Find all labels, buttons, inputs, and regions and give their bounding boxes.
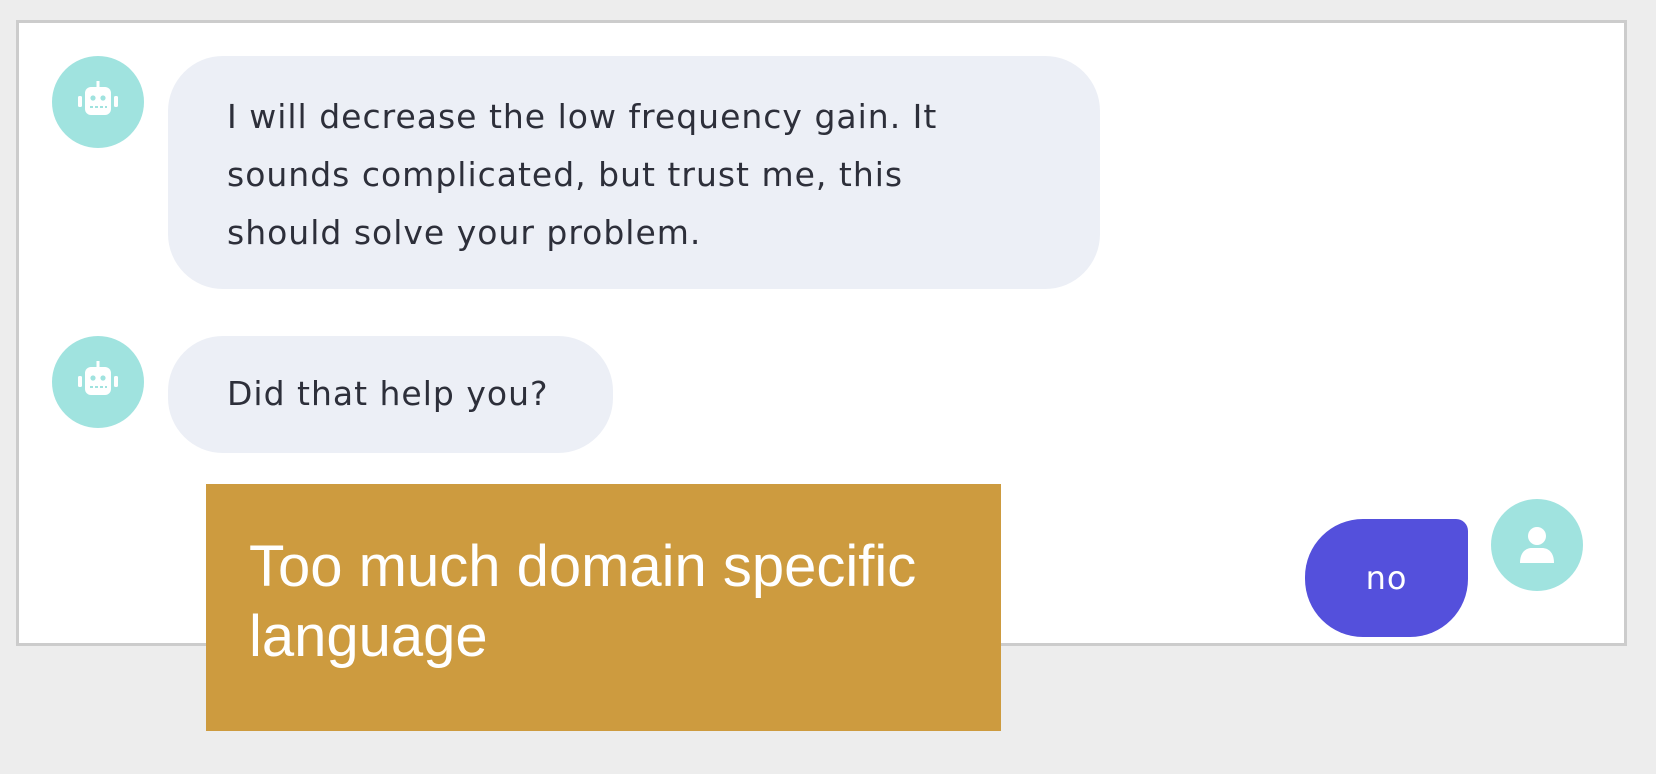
user-icon — [1520, 527, 1554, 563]
annotation-label: Too much domain specific language — [206, 484, 1001, 731]
user-avatar — [1491, 499, 1583, 591]
user-message-text: no — [1365, 559, 1408, 597]
bot-message-bubble: I will decrease the low frequency gain. … — [168, 56, 1100, 289]
user-message-bubble: no — [1305, 519, 1468, 637]
annotation-line: Too much domain specific — [249, 534, 917, 599]
robot-icon — [78, 361, 118, 395]
bot-avatar — [52, 56, 144, 148]
message-line: I will decrease the low frequency gain. … — [227, 97, 938, 136]
message-line: Did that help you? — [227, 374, 549, 413]
annotation-line: language — [249, 604, 488, 669]
message-line: should solve your problem. — [227, 213, 702, 252]
bot-message-bubble: Did that help you? — [168, 336, 613, 453]
message-line: sounds complicated, but trust me, this — [227, 155, 904, 194]
robot-icon — [78, 81, 118, 115]
bot-avatar — [52, 336, 144, 428]
